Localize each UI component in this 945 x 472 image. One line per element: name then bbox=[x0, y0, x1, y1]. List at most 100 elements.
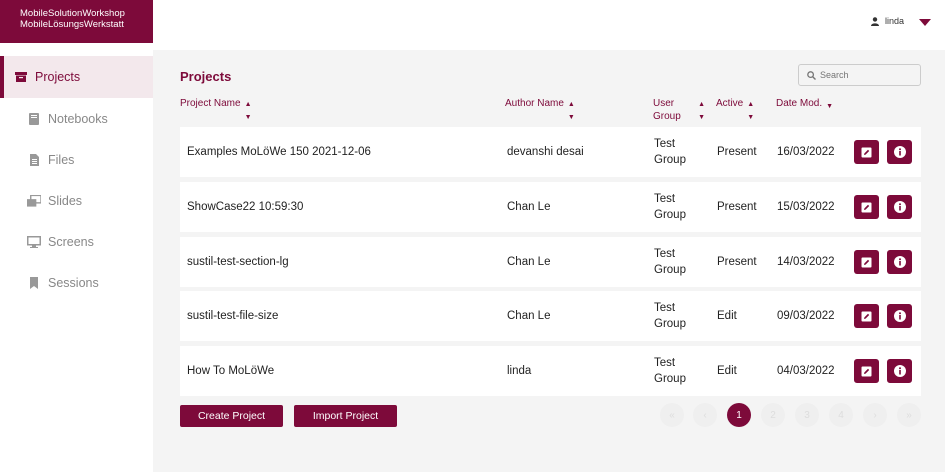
project-name-cell[interactable]: sustil-test-file-size bbox=[187, 291, 278, 341]
info-button[interactable] bbox=[887, 304, 912, 328]
info-icon bbox=[893, 310, 906, 322]
user-menu[interactable]: linda bbox=[870, 16, 904, 26]
edit-button[interactable] bbox=[854, 304, 879, 328]
pagination-prev-button[interactable]: ‹ bbox=[693, 403, 717, 427]
info-icon bbox=[893, 201, 906, 213]
sidebar-item-label: Notebooks bbox=[48, 111, 108, 126]
brand-line-de: MobileLösungsWerkstatt bbox=[20, 18, 124, 30]
sort-desc-icon: ▼ bbox=[826, 103, 834, 110]
edit-icon bbox=[861, 257, 872, 267]
pagination-page-1[interactable]: 1 bbox=[727, 403, 751, 427]
edit-icon bbox=[861, 147, 872, 157]
search-input[interactable] bbox=[820, 70, 910, 80]
user-group-cell: Test Group bbox=[654, 193, 686, 221]
slides-icon bbox=[27, 194, 41, 207]
date-cell: 16/03/2022 bbox=[777, 146, 835, 158]
sidebar-item-label: Screens bbox=[48, 234, 94, 249]
table-row[interactable]: Examples MoLöWe 150 2021-12-06 devanshi … bbox=[180, 127, 921, 177]
table-row[interactable]: sustil-test-section-lg Chan Le Test Grou… bbox=[180, 237, 921, 287]
column-header-project-name[interactable]: Project Name ▲ ▼ bbox=[180, 97, 252, 124]
date-cell: 09/03/2022 bbox=[777, 310, 835, 322]
project-name-cell[interactable]: sustil-test-section-lg bbox=[187, 237, 289, 287]
active-cell: Edit bbox=[717, 365, 737, 377]
import-project-button[interactable]: Import Project bbox=[294, 405, 397, 427]
info-button[interactable] bbox=[887, 195, 912, 219]
column-header-author-name[interactable]: Author Name ▲ ▼ bbox=[505, 97, 575, 124]
sidebar-item-label: Sessions bbox=[48, 275, 99, 290]
pagination-page-3[interactable]: 3 bbox=[795, 403, 819, 427]
pagination-first-button[interactable]: « bbox=[660, 403, 684, 427]
caret-down-icon[interactable] bbox=[919, 19, 931, 26]
sidebar-item-label: Slides bbox=[48, 193, 83, 208]
user-icon bbox=[870, 16, 879, 26]
author-cell: Chan Le bbox=[507, 310, 551, 322]
sidebar-item-label: Files bbox=[48, 152, 75, 167]
info-icon bbox=[893, 146, 906, 158]
edit-button[interactable] bbox=[854, 359, 879, 383]
author-cell: Chan Le bbox=[507, 256, 551, 268]
user-name: linda bbox=[884, 16, 904, 26]
edit-button[interactable] bbox=[854, 140, 879, 164]
column-header-active[interactable]: Active ▲ ▼ bbox=[716, 97, 754, 124]
edit-icon bbox=[861, 202, 872, 212]
sidebar-item-notebooks[interactable]: Notebooks bbox=[0, 98, 153, 139]
search-box[interactable] bbox=[798, 64, 921, 86]
user-group-cell: Test Group bbox=[654, 138, 686, 166]
table-row[interactable]: ShowCase22 10:59:30 Chan Le Test Group P… bbox=[180, 182, 921, 232]
sidebar-item-screens[interactable]: Screens bbox=[0, 221, 153, 262]
table-header: Project Name ▲ ▼ Author Name ▲ ▼ User Grou… bbox=[153, 97, 945, 127]
edit-icon bbox=[861, 366, 872, 376]
edit-button[interactable] bbox=[854, 195, 879, 219]
author-cell: linda bbox=[507, 365, 532, 377]
sidebar-item-projects[interactable]: Projects bbox=[0, 56, 153, 98]
user-group-cell: Test Group bbox=[654, 357, 686, 385]
book-icon bbox=[27, 112, 41, 125]
date-cell: 15/03/2022 bbox=[777, 201, 835, 213]
column-header-label: Date Mod. bbox=[776, 98, 823, 109]
project-name-cell[interactable]: ShowCase22 10:59:30 bbox=[187, 182, 303, 232]
date-cell: 04/03/2022 bbox=[777, 365, 835, 377]
column-header-label: Project Name bbox=[180, 98, 241, 109]
file-icon bbox=[27, 153, 41, 166]
bookmark-icon bbox=[27, 276, 41, 289]
sort-icon: ▲ ▼ bbox=[698, 101, 705, 121]
user-group-cell: Test Group bbox=[654, 302, 686, 330]
pagination-next-button[interactable]: › bbox=[863, 403, 887, 427]
column-header-label: Author Name bbox=[505, 98, 564, 109]
brand-logo: MobileSolutionWorkshop MobileLösungsWerk… bbox=[0, 0, 153, 43]
info-icon bbox=[893, 256, 906, 268]
info-button[interactable] bbox=[887, 250, 912, 274]
table-row[interactable]: How To MoLöWe linda Test Group Edit 04/0… bbox=[180, 346, 921, 396]
create-project-button[interactable]: Create Project bbox=[180, 405, 283, 427]
sort-icon: ▲ ▼ bbox=[244, 101, 252, 121]
column-header-date-mod[interactable]: Date Mod. ▼ bbox=[776, 97, 833, 113]
sidebar-item-files[interactable]: Files bbox=[0, 139, 153, 180]
edit-icon bbox=[861, 311, 872, 321]
pagination-page-4[interactable]: 4 bbox=[829, 403, 853, 427]
author-cell: devanshi desai bbox=[507, 146, 584, 158]
column-header-user-group[interactable]: User Group ▲ ▼ bbox=[653, 97, 705, 124]
edit-button[interactable] bbox=[854, 250, 879, 274]
sidebar-item-sessions[interactable]: Sessions bbox=[0, 262, 153, 303]
info-button[interactable] bbox=[887, 140, 912, 164]
user-group-cell: Test Group bbox=[654, 248, 686, 276]
column-header-label: User Group bbox=[653, 98, 681, 122]
pagination-page-2[interactable]: 2 bbox=[761, 403, 785, 427]
column-header-label: Active bbox=[716, 98, 744, 109]
brand-line-en: MobileSolutionWorkshop bbox=[20, 8, 125, 19]
main-content: Projects Project Name ▲▼ Author Name ▲▼ … bbox=[153, 50, 945, 472]
project-name-cell[interactable]: How To MoLöWe bbox=[187, 346, 274, 396]
sort-icon: ▲ ▼ bbox=[567, 101, 575, 121]
date-cell: 14/03/2022 bbox=[777, 256, 835, 268]
page-title: Projects bbox=[180, 69, 232, 84]
sidebar-item-label: Projects bbox=[35, 70, 81, 84]
project-name-cell[interactable]: Examples MoLöWe 150 2021-12-06 bbox=[187, 127, 371, 177]
search-icon bbox=[807, 70, 816, 80]
pagination-last-button[interactable]: » bbox=[897, 403, 921, 427]
info-icon bbox=[893, 365, 906, 377]
sidebar-item-slides[interactable]: Slides bbox=[0, 180, 153, 221]
info-button[interactable] bbox=[887, 359, 912, 383]
top-bar: linda bbox=[153, 0, 945, 50]
active-cell: Present bbox=[717, 256, 757, 268]
table-row[interactable]: sustil-test-file-size Chan Le Test Group… bbox=[180, 291, 921, 341]
